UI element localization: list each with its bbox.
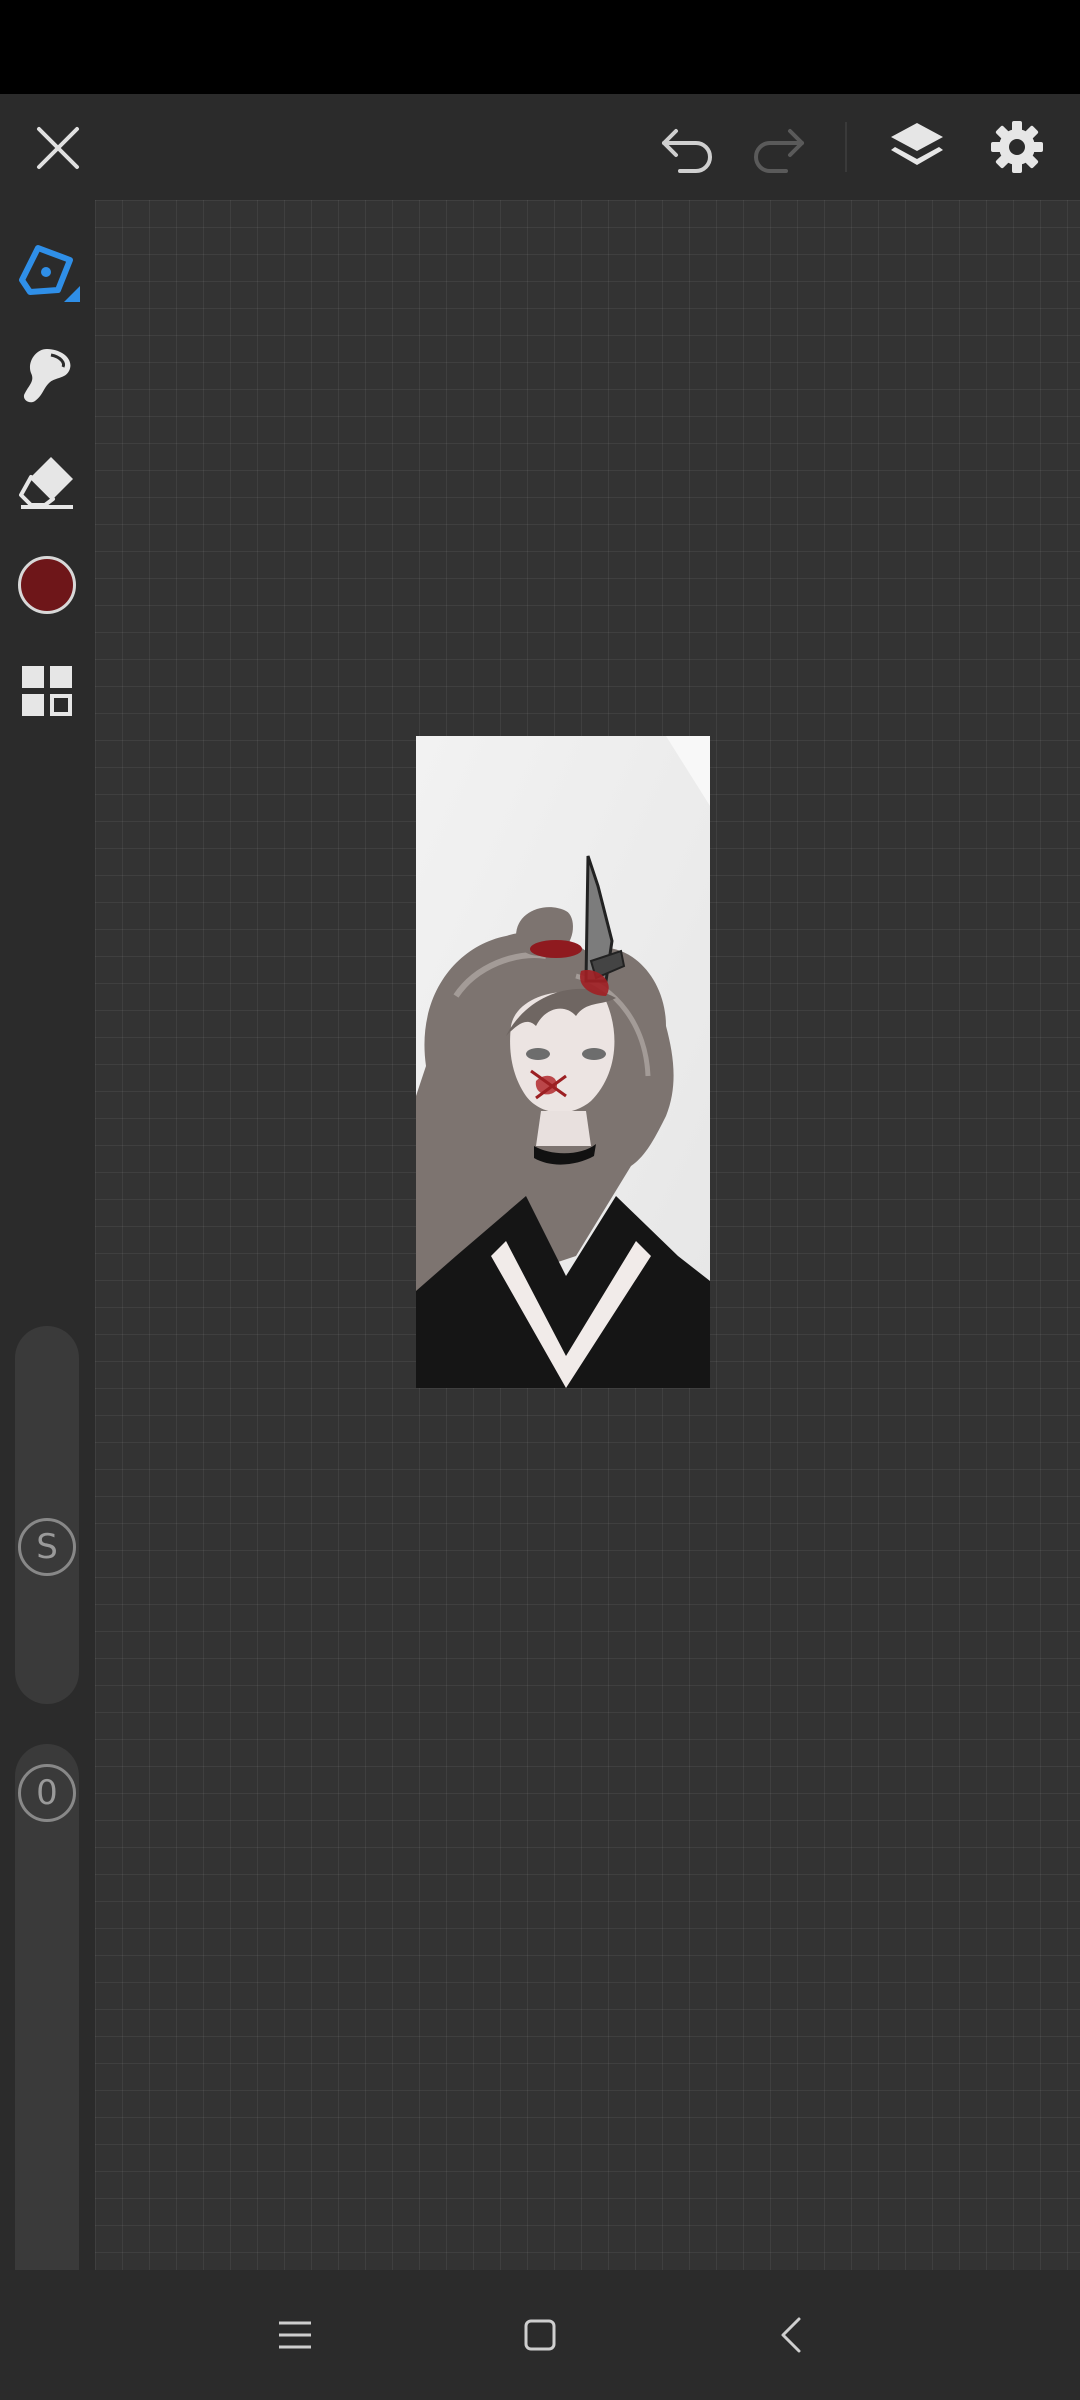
color-swatch-button[interactable] <box>14 552 80 618</box>
eraser-tool-button[interactable] <box>14 448 80 514</box>
pen-icon <box>19 245 80 302</box>
layout-menu-button[interactable] <box>14 658 80 724</box>
size-label: S <box>36 1527 58 1567</box>
menu-button[interactable] <box>260 2300 330 2370</box>
settings-button[interactable] <box>984 114 1050 180</box>
smudge-tool-button[interactable] <box>14 342 80 408</box>
color-swatch <box>18 556 76 614</box>
undo-icon <box>662 129 712 173</box>
undo-button[interactable] <box>656 116 720 180</box>
artwork-illustration <box>416 736 710 1388</box>
status-bar <box>0 0 1080 94</box>
brush-size-knob[interactable]: S <box>18 1518 76 1576</box>
back-icon <box>781 2317 801 2353</box>
layers-button[interactable] <box>884 114 950 180</box>
opacity-knob[interactable]: 0 <box>18 1764 76 1822</box>
top-toolbar <box>0 94 1080 200</box>
tool-sidebar: S 0 <box>0 200 95 2339</box>
eraser-icon <box>19 457 73 509</box>
pen-tool-button[interactable] <box>14 236 84 306</box>
close-button[interactable] <box>28 118 88 178</box>
opacity-slider[interactable] <box>15 1744 79 2339</box>
gear-icon <box>991 121 1043 173</box>
menu-icon <box>279 2321 311 2349</box>
system-nav-bar <box>0 2270 1080 2400</box>
layers-icon <box>891 123 943 165</box>
brush-size-slider[interactable] <box>15 1326 79 1704</box>
home-icon <box>524 2319 556 2351</box>
opacity-value: 0 <box>36 1773 58 1813</box>
close-icon <box>37 127 79 169</box>
back-button[interactable] <box>756 2300 826 2370</box>
artwork-canvas[interactable] <box>416 736 710 1388</box>
toolbar-divider <box>845 122 847 172</box>
redo-icon <box>754 129 804 173</box>
smudge-icon <box>23 349 71 403</box>
redo-button[interactable] <box>746 116 810 180</box>
grid-icon <box>22 666 72 716</box>
home-button[interactable] <box>505 2300 575 2370</box>
